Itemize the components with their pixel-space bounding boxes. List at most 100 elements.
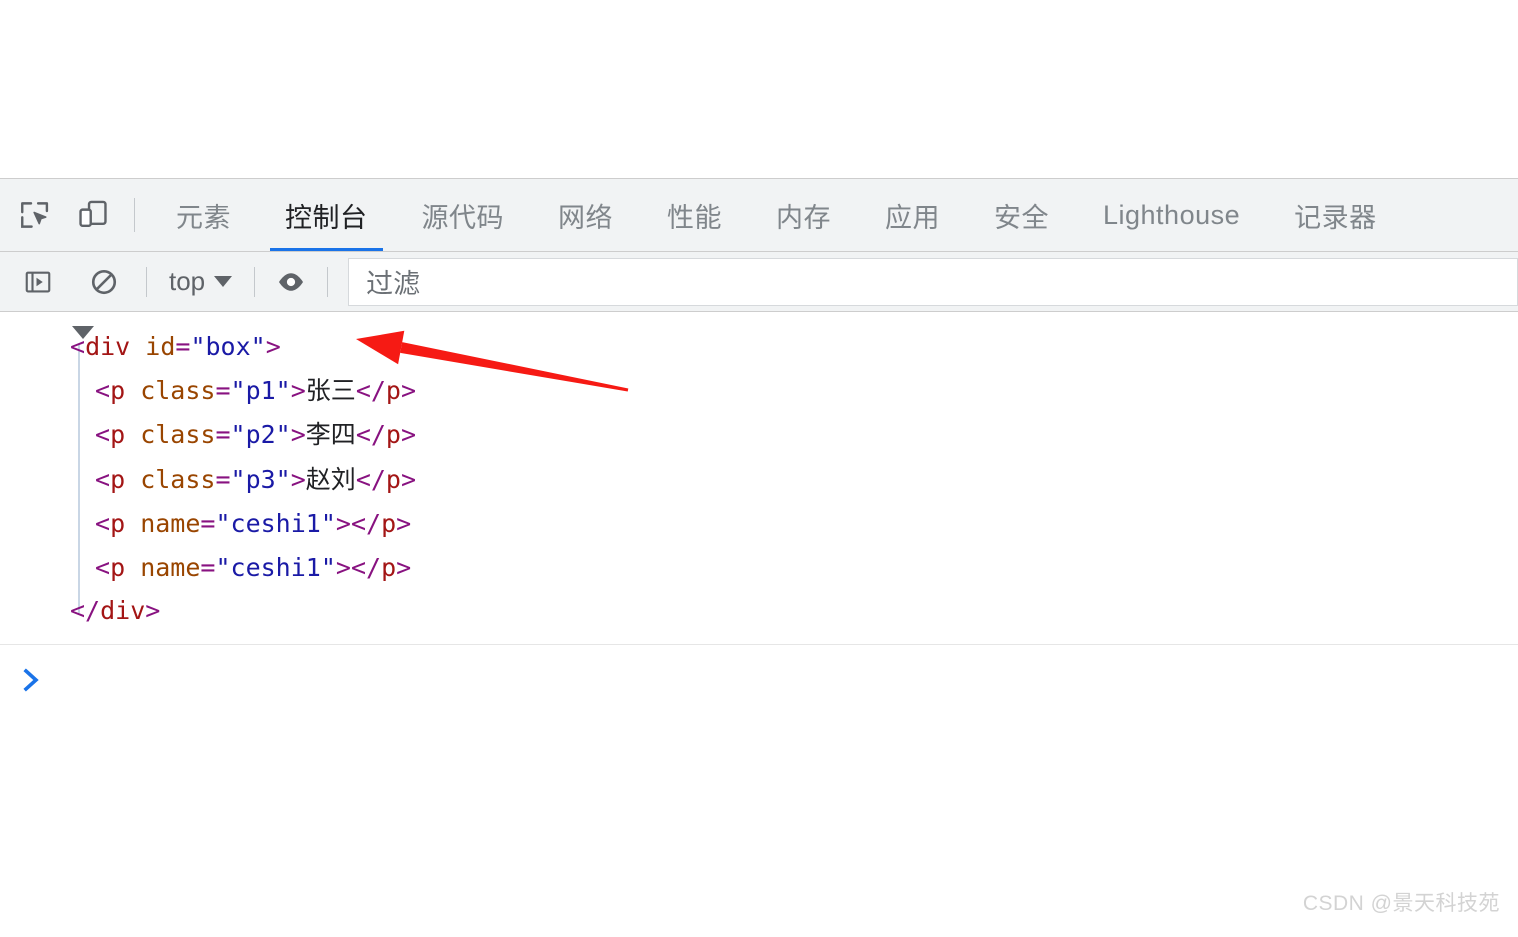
tab-recorder[interactable]: 记录器 [1267,179,1404,251]
code-token-br: < [95,464,111,494]
code-token-br: < [95,552,111,582]
code-token-br: > [290,420,306,449]
code-line: <p class="p1">张三</p> [0,369,1518,414]
devtools-tabstrip: 元素 控制台 源代码 网络 性能 内存 应用 安全 Lighthouse 记录器 [0,179,1518,252]
console-log-entry[interactable]: <div id="box"> <p class="p1">张三</p> <p cla… [0,312,1518,645]
code-token-br: > [145,596,161,625]
code-token-tag: p [110,552,126,582]
code-line: </div> [0,589,1518,633]
tab-console[interactable]: 控制台 [258,179,395,251]
code-token-br: < [95,420,111,449]
code-token-br: > [290,464,306,494]
code-token-br: </ [70,596,101,625]
code-token-br: </ [350,552,382,582]
tab-application[interactable]: 应用 [858,179,967,251]
code-token-br: > [396,509,412,538]
tab-label: 控制台 [285,202,368,233]
dom-node-preview: <div id="box"> <p class="p1">张三</p> <p cla… [0,325,1518,633]
console-prompt-input[interactable] [44,660,1518,700]
code-token-br: </ [355,420,386,449]
tab-label: 内存 [776,202,831,233]
chevron-down-icon [214,276,233,287]
code-token-br: </ [350,509,382,538]
code-token-tag: p [110,375,126,405]
console-toolbar: top 过滤 [0,252,1518,312]
code-token-tag: div [100,596,146,625]
tab-lighthouse[interactable]: Lighthouse [1076,179,1267,251]
devtools-panel: 元素 控制台 源代码 网络 性能 内存 应用 安全 Lighthouse 记录器… [0,178,1518,937]
code-token-attr: class [140,464,216,494]
code-token-tag: p [385,375,401,405]
device-toolbar-icon[interactable] [70,192,116,238]
code-line: <div id="box"> [0,325,1518,369]
code-token-tag: p [110,509,126,538]
code-token-tag: p [381,509,397,538]
code-token-attr: class [140,420,216,449]
tab-label: 性能 [667,202,722,233]
code-line: <p class="p2">李四</p> [0,413,1518,458]
screenshot-root: 元素 控制台 源代码 网络 性能 内存 应用 安全 Lighthouse 记录器… [0,0,1518,937]
toolbar-divider [254,266,256,297]
csdn-watermark: CSDN @景天科技苑 [1302,892,1500,915]
tab-performance[interactable]: 性能 [640,179,749,251]
code-token-br: </ [355,464,386,494]
console-output-area: <div id="box"> <p class="p1">张三</p> <p cla… [0,312,1518,937]
code-token-val: "ceshi1" [215,509,336,538]
tab-sources[interactable]: 源代码 [395,179,532,251]
code-token-txt: 张三 [305,376,356,405]
code-token-tag: p [110,420,126,449]
code-token-tag: p [110,464,126,494]
code-token-eq: = [215,375,231,405]
tab-elements[interactable]: 元素 [149,179,258,251]
code-token-br: > [400,375,417,405]
tab-label: 记录器 [1294,202,1377,233]
code-token-val: "box" [190,332,266,361]
panel-tabs: 元素 控制台 源代码 网络 性能 内存 应用 安全 Lighthouse 记录器 [149,179,1518,251]
clear-console-icon[interactable] [82,260,126,304]
code-token-br: > [290,375,306,405]
live-expression-eye-icon[interactable] [269,260,313,304]
filter-placeholder: 过滤 [366,269,421,299]
toolbar-divider [134,198,135,232]
code-line: <p name="ceshi1"></p> [0,502,1518,546]
code-token-txt: 李四 [305,421,356,449]
tab-label: 网络 [558,202,613,233]
code-token-attr: name [140,552,201,582]
code-token-br: > [400,464,417,494]
tab-label: 元素 [176,202,231,233]
code-token-br: < [95,509,111,538]
code-token-attr: class [140,375,216,405]
inspect-element-icon[interactable] [12,192,58,238]
code-token-val: "p2" [230,420,291,449]
code-token-tag: p [381,552,397,582]
code-token-tag: div [85,332,131,361]
execution-context-selector[interactable]: top [161,261,240,303]
code-token-tag: p [385,464,401,494]
tab-label: 应用 [885,202,940,233]
tab-memory[interactable]: 内存 [749,179,858,251]
console-prompt-row[interactable] [0,644,1518,715]
code-token-attr: id [145,332,176,361]
tab-network[interactable]: 网络 [531,179,640,251]
toolbar-divider [146,266,147,297]
code-token-br: > [335,552,351,582]
code-token-eq: = [215,420,231,449]
code-token-eq: = [215,464,231,494]
code-token-val: "p1" [230,375,291,405]
toolbar-divider [327,266,329,297]
code-token-br: > [335,509,351,538]
tab-security[interactable]: 安全 [967,179,1076,251]
code-token-br: > [396,552,412,582]
code-token-txt: 赵刘 [305,465,356,494]
code-token-val: "p3" [230,464,291,494]
tab-label: Lighthouse [1103,199,1241,230]
tab-label: 安全 [994,202,1049,233]
console-filter-input[interactable]: 过滤 [348,257,1518,306]
console-sidebar-toggle-icon[interactable] [16,260,60,304]
